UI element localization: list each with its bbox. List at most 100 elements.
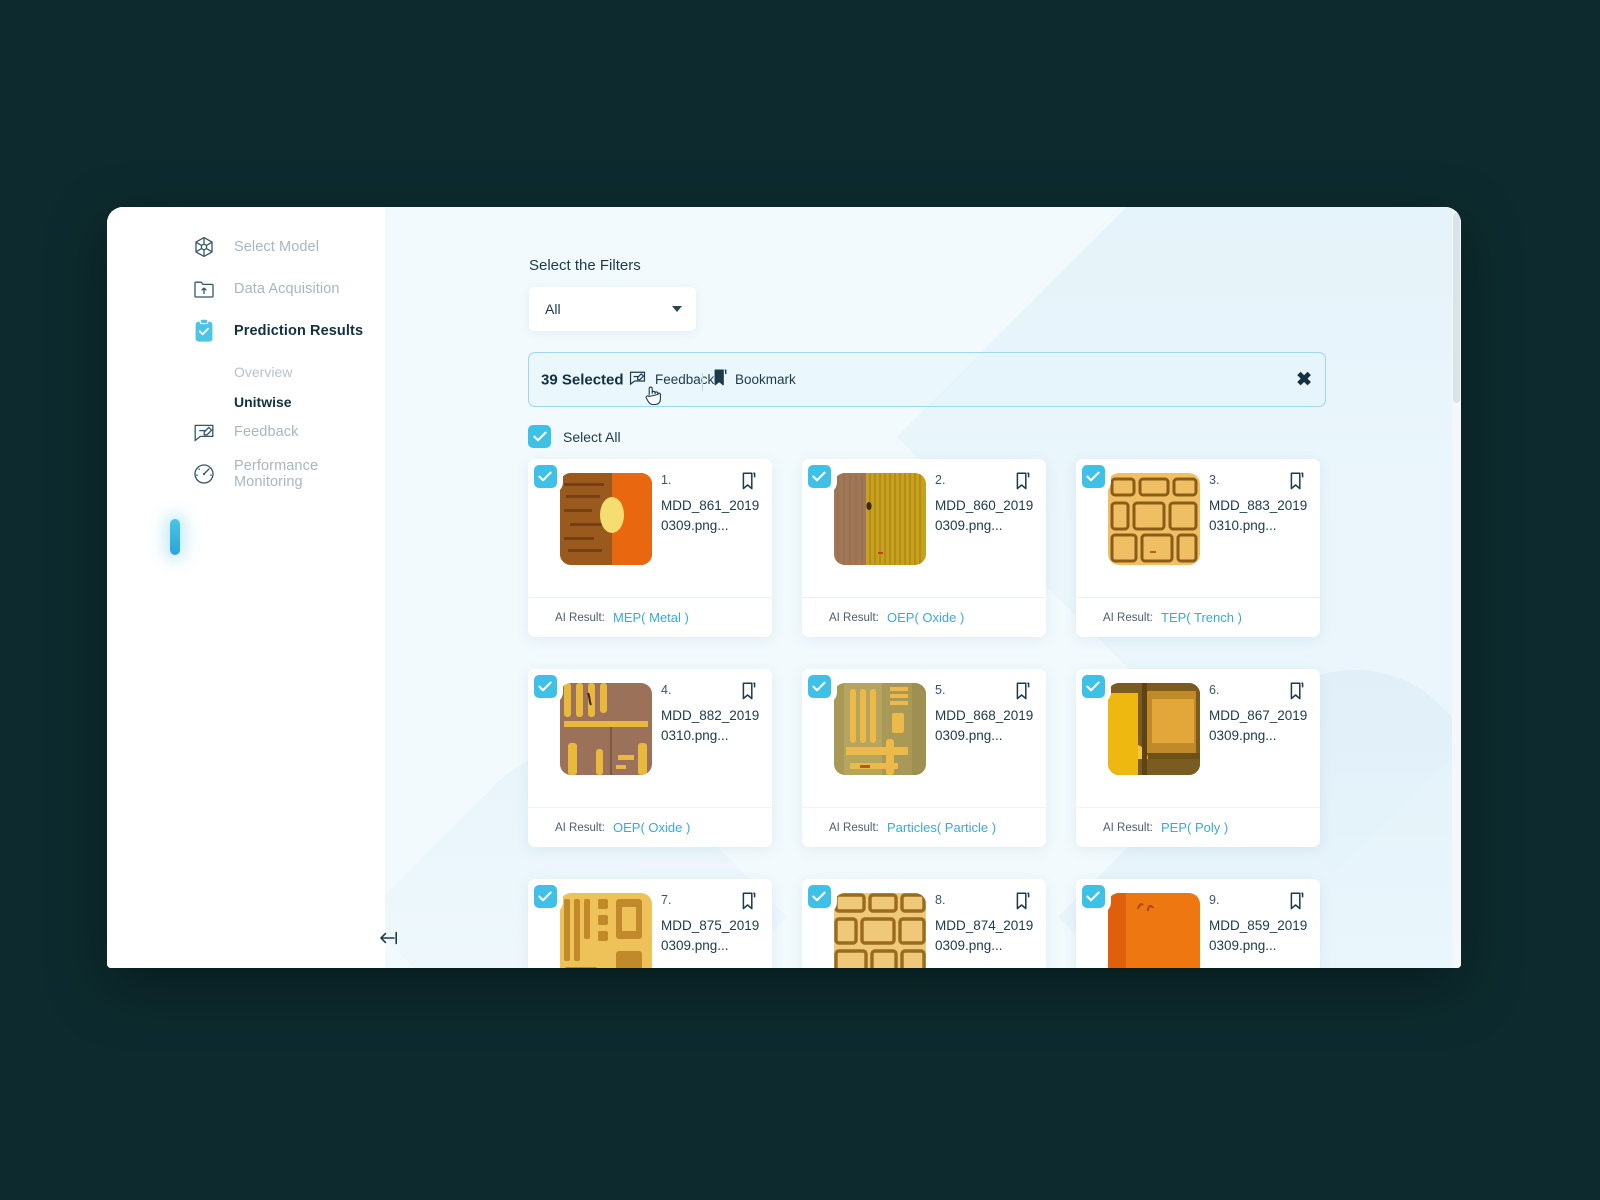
wafer-thumbnail [560,473,652,565]
bookmark-icon[interactable] [741,891,757,916]
card-filename: MDD_874_20190309.png... [935,918,1034,953]
card-checkbox[interactable] [1076,669,1111,704]
card-filename: MDD_860_20190309.png... [935,498,1034,533]
card-footer: AI Result: TEP( Trench ) [1076,597,1320,637]
wafer-thumbnail [834,473,926,565]
card-checkbox[interactable] [802,669,837,704]
ai-result-label: AI Result: [1103,611,1153,624]
checkbox-checked-icon [807,884,831,908]
sidebar-subitem-overview[interactable]: Overview [107,357,385,387]
card-checkbox[interactable] [1076,879,1111,914]
card-checkbox[interactable] [528,879,563,914]
wafer-thumbnail [560,683,652,775]
prediction-card[interactable]: 3. MDD_883_20190310.png... AI Result: TE… [1076,459,1320,637]
card-filename: MDD_867_20190309.png... [1209,708,1308,743]
selected-count-label: 39 Selected [541,371,624,388]
select-all-row[interactable]: Select All [528,425,621,448]
filter-select-value: All [545,301,561,317]
bookmark-icon[interactable] [1289,891,1305,916]
bookmark-icon[interactable] [1015,891,1031,916]
checkbox-checked-icon [533,884,557,908]
card-checkbox[interactable] [1076,459,1111,494]
bookmark-icon[interactable] [741,681,757,706]
bookmark-icon[interactable] [1289,681,1305,706]
ai-result-value[interactable]: MEP( Metal ) [613,610,689,625]
card-index: 5. [935,683,946,697]
card-index: 1. [661,473,672,487]
wafer-thumbnail [834,683,926,775]
clipboard-check-icon [191,318,217,344]
ai-result-label: AI Result: [829,821,879,834]
application-window: Select Model Data Acquisition Prediction… [107,207,1461,968]
sidebar-item-label: Prediction Results [234,323,364,339]
checkbox-checked-icon [1081,674,1105,698]
model-cube-icon [191,234,217,260]
card-filename: MDD_883_20190310.png... [1209,498,1308,533]
card-checkbox[interactable] [528,669,563,704]
prediction-card[interactable]: 9. MDD_859_20190309.png... AI Result: [1076,879,1320,968]
ai-result-label: AI Result: [829,611,879,624]
ai-result-label: AI Result: [555,611,605,624]
filter-select[interactable]: All [529,287,696,331]
wafer-thumbnail [1108,473,1200,565]
card-filename: MDD_859_20190309.png... [1209,918,1308,953]
prediction-card[interactable]: 2. MDD_860_20190309.png... AI Result: OE… [802,459,1046,637]
sidebar-item-label: Feedback [234,424,299,440]
select-all-checkbox[interactable] [528,425,551,448]
wafer-thumbnail [560,893,652,968]
card-footer: AI Result: Particles( Particle ) [802,807,1046,847]
bookmark-icon[interactable] [1015,471,1031,496]
prediction-card[interactable]: 7. MDD_875_20190309.png... AI Result: [528,879,772,968]
prediction-card[interactable]: 6. MDD_867_20190309.png... AI Result: PE… [1076,669,1320,847]
card-checkbox[interactable] [802,459,837,494]
close-icon[interactable]: ✖ [1296,370,1312,389]
card-filename: MDD_875_20190309.png... [661,918,760,953]
card-footer: AI Result: PEP( Poly ) [1076,807,1320,847]
prediction-card[interactable]: 4. MDD_882_20190310.png... AI Result: OE… [528,669,772,847]
sidebar-item-select-model[interactable]: Select Model [107,227,385,267]
feedback-action-label: Feedback [655,372,715,387]
bookmark-action-button[interactable]: Bookmark [713,368,796,392]
card-footer: AI Result: OEP( Oxide ) [802,597,1046,637]
ai-result-value[interactable]: OEP( Oxide ) [613,820,690,835]
ai-result-value[interactable]: PEP( Poly ) [1161,820,1228,835]
action-divider [702,373,703,391]
card-checkbox[interactable] [528,459,563,494]
ai-result-value[interactable]: Particles( Particle ) [887,820,996,835]
sidebar-item-label: Select Model [234,239,320,255]
sidebar-item-feedback[interactable]: Feedback [107,412,385,452]
prediction-card[interactable]: 1. MDD_861_20190309.png... AI Result: ME… [528,459,772,637]
card-index: 2. [935,473,946,487]
card-index: 8. [935,893,946,907]
sidebar-item-performance-monitoring[interactable]: Performance Monitoring [107,454,385,494]
collapse-sidebar-icon[interactable] [375,925,401,951]
chevron-down-icon [672,306,682,312]
card-filename: MDD_868_20190309.png... [935,708,1034,743]
card-filename: MDD_861_20190309.png... [661,498,760,533]
prediction-card[interactable]: 8. MDD_874_20190309.png... AI Result: [802,879,1046,968]
ai-result-value[interactable]: TEP( Trench ) [1161,610,1242,625]
sidebar-subitem-label: Overview [234,364,293,380]
bookmark-icon[interactable] [741,471,757,496]
sidebar-item-data-acquisition[interactable]: Data Acquisition [107,269,385,309]
card-index: 7. [661,893,672,907]
vertical-scrollbar-thumb[interactable] [1453,213,1460,403]
checkbox-checked-icon [807,674,831,698]
bookmark-icon[interactable] [1015,681,1031,706]
wafer-thumbnail [834,893,926,968]
ai-result-value[interactable]: OEP( Oxide ) [887,610,964,625]
sidebar-item-label: Data Acquisition [234,281,340,297]
card-index: 4. [661,683,672,697]
card-checkbox[interactable] [802,879,837,914]
prediction-card[interactable]: 5. MDD_868_20190309.png... AI Result: Pa… [802,669,1046,847]
selection-action-bar: 39 Selected Feedback Bookmark ✖ [528,352,1326,407]
main-panel: Select the Filters All 39 Selected Feedb… [385,207,1461,968]
checkbox-checked-icon [1081,884,1105,908]
active-nav-indicator [170,519,180,555]
feedback-comment-icon [628,368,647,392]
select-all-label: Select All [563,428,621,445]
ai-result-label: AI Result: [1103,821,1153,834]
bookmark-icon[interactable] [1289,471,1305,496]
sidebar-item-prediction-results[interactable]: Prediction Results [107,311,385,351]
wafer-thumbnail [1108,893,1200,968]
